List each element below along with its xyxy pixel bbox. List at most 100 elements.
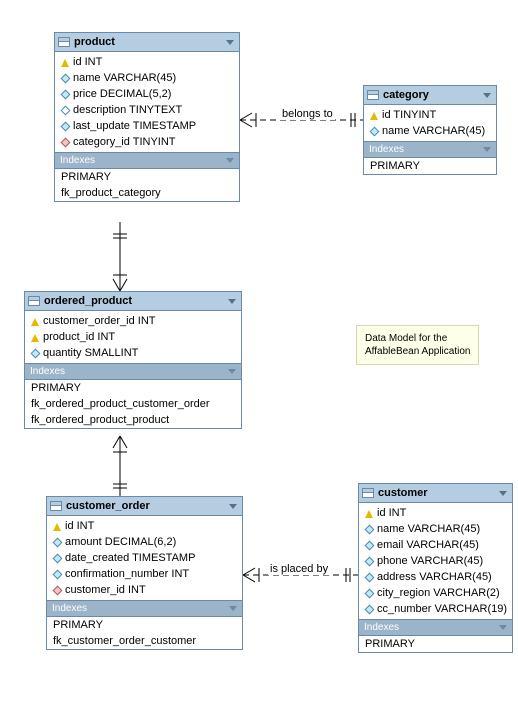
column-row: customer_id INT [47, 582, 242, 598]
index-row: fk_product_category [55, 185, 239, 201]
indexes-label: Indexes [60, 155, 95, 166]
table-title: customer_order [66, 500, 225, 512]
note-line: Data Model for the [365, 332, 470, 345]
column-label: address VARCHAR(45) [377, 571, 492, 583]
indexes-header[interactable]: Indexes [364, 141, 496, 158]
chevron-down-icon [226, 158, 234, 163]
column-row: id INT [55, 54, 239, 70]
table-category[interactable]: category id TINYINT name VARCHAR(45) Ind… [363, 85, 497, 175]
column-label: last_update TIMESTAMP [73, 120, 196, 132]
table-icon [362, 488, 374, 498]
column-row: name VARCHAR(45) [364, 123, 496, 139]
diamond-icon [53, 554, 63, 564]
indexes-label: Indexes [52, 603, 87, 614]
table-header[interactable]: product [55, 33, 239, 52]
column-row: phone VARCHAR(45) [359, 553, 512, 569]
column-row: amount DECIMAL(6,2) [47, 534, 242, 550]
index-row: PRIMARY [364, 158, 496, 174]
index-row: PRIMARY [47, 617, 242, 633]
column-row: name VARCHAR(45) [359, 521, 512, 537]
table-customer[interactable]: customer id INT name VARCHAR(45) email V… [358, 483, 513, 653]
column-label: city_region VARCHAR(2) [377, 587, 500, 599]
columns-list: id INT amount DECIMAL(6,2) date_created … [47, 516, 242, 600]
column-label: name VARCHAR(45) [73, 72, 176, 84]
column-label: customer_order_id INT [43, 315, 156, 327]
indexes-label: Indexes [364, 622, 399, 633]
diamond-icon [370, 127, 380, 137]
diamond-outline-icon [61, 106, 71, 116]
table-icon [367, 90, 379, 100]
rel-label-is-placed-by: is placed by [268, 563, 330, 575]
column-row: last_update TIMESTAMP [55, 118, 239, 134]
column-row: category_id TINYINT [55, 134, 239, 150]
table-header[interactable]: ordered_product [25, 292, 241, 311]
indexes-header[interactable]: Indexes [359, 619, 512, 636]
diamond-icon [365, 589, 375, 599]
table-icon [50, 501, 62, 511]
columns-list: customer_order_id INT product_id INT qua… [25, 311, 241, 363]
column-row: address VARCHAR(45) [359, 569, 512, 585]
table-icon [28, 296, 40, 306]
column-label: email VARCHAR(45) [377, 539, 479, 551]
column-label: description TINYTEXT [73, 104, 182, 116]
column-label: id INT [65, 520, 94, 532]
column-row: confirmation_number INT [47, 566, 242, 582]
indexes-header[interactable]: Indexes [55, 152, 239, 169]
table-icon [58, 37, 70, 47]
table-header[interactable]: category [364, 86, 496, 105]
column-label: id TINYINT [382, 109, 436, 121]
rel-ordered-order [113, 436, 127, 496]
key-icon [370, 112, 378, 120]
column-label: category_id TINYINT [73, 136, 176, 148]
column-row: id INT [47, 518, 242, 534]
index-row: PRIMARY [25, 380, 241, 396]
column-row: date_created TIMESTAMP [47, 550, 242, 566]
column-label: cc_number VARCHAR(19) [377, 603, 507, 615]
table-header[interactable]: customer_order [47, 497, 242, 516]
table-customer-order[interactable]: customer_order id INT amount DECIMAL(6,2… [46, 496, 243, 650]
column-label: product_id INT [43, 331, 115, 343]
note-line: AffableBean Application [365, 345, 470, 358]
column-row: description TINYTEXT [55, 102, 239, 118]
key-icon [53, 523, 61, 531]
column-row: city_region VARCHAR(2) [359, 585, 512, 601]
fk-diamond-icon [61, 138, 71, 148]
table-ordered-product[interactable]: ordered_product customer_order_id INT pr… [24, 291, 242, 429]
diamond-icon [61, 90, 71, 100]
column-row: cc_number VARCHAR(19) [359, 601, 512, 617]
column-label: amount DECIMAL(6,2) [65, 536, 176, 548]
diamond-icon [365, 573, 375, 583]
chevron-down-icon [229, 504, 237, 509]
diamond-icon [365, 605, 375, 615]
key-icon [365, 510, 373, 518]
column-row: quantity SMALLINT [25, 345, 241, 361]
indexes-label: Indexes [369, 144, 404, 155]
column-row: id INT [359, 505, 512, 521]
column-label: quantity SMALLINT [43, 347, 138, 359]
chevron-down-icon [499, 625, 507, 630]
column-label: id INT [377, 507, 406, 519]
rel-product-ordered [113, 222, 127, 291]
diamond-icon [365, 557, 375, 567]
index-row: fk_customer_order_customer [47, 633, 242, 649]
fk-diamond-icon [53, 586, 63, 596]
columns-list: id INT name VARCHAR(45) price DECIMAL(5,… [55, 52, 239, 152]
columns-list: id TINYINT name VARCHAR(45) [364, 105, 496, 141]
indexes-header[interactable]: Indexes [25, 363, 241, 380]
index-row: fk_ordered_product_customer_order [25, 396, 241, 412]
column-label: name VARCHAR(45) [377, 523, 480, 535]
column-row: customer_order_id INT [25, 313, 241, 329]
table-product[interactable]: product id INT name VARCHAR(45) price DE… [54, 32, 240, 202]
column-label: date_created TIMESTAMP [65, 552, 195, 564]
key-icon [61, 59, 69, 67]
key-icon [31, 334, 39, 342]
table-header[interactable]: customer [359, 484, 512, 503]
erd-canvas: belongs to is placed by product id INT n… [0, 0, 518, 715]
chevron-down-icon [228, 369, 236, 374]
diagram-note[interactable]: Data Model for the AffableBean Applicati… [356, 325, 479, 365]
diamond-icon [53, 570, 63, 580]
column-row: name VARCHAR(45) [55, 70, 239, 86]
indexes-header[interactable]: Indexes [47, 600, 242, 617]
chevron-down-icon [483, 93, 491, 98]
table-title: ordered_product [44, 295, 224, 307]
